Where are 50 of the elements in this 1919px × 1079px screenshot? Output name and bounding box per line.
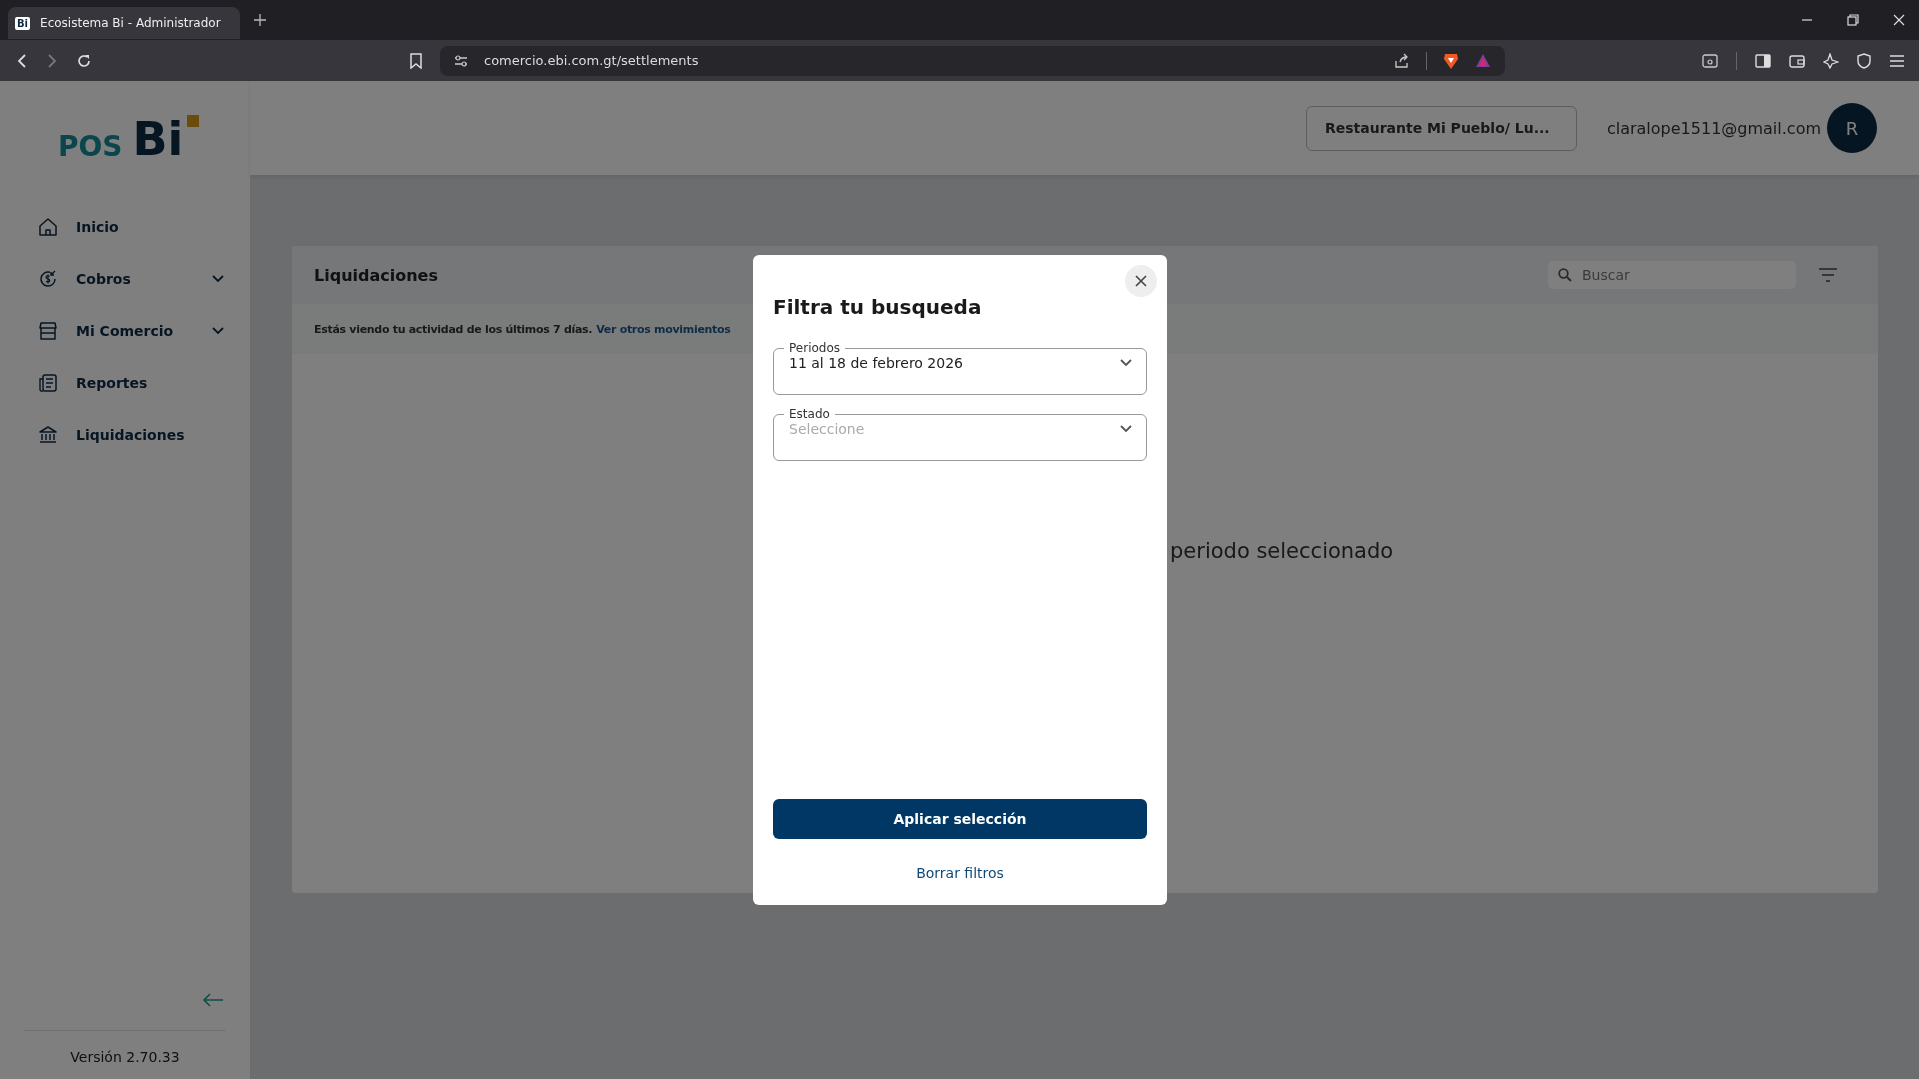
- close-button[interactable]: [1125, 265, 1157, 297]
- version-text: Versión 2.70.33: [24, 1030, 226, 1079]
- home-icon: [38, 217, 58, 237]
- close-icon: [1135, 275, 1147, 287]
- favicon: Bi: [15, 16, 31, 30]
- site-settings-icon[interactable]: [454, 53, 468, 68]
- bookmark-icon[interactable]: [410, 52, 422, 69]
- sidebar-item[interactable]: Mi Comercio: [38, 315, 224, 347]
- store-selector[interactable]: Restaurante Mi Pueblo/ Lu...: [1305, 105, 1577, 151]
- address-bar[interactable]: comercio.ebi.com.gt/settlements: [440, 45, 1505, 76]
- screenshot-icon[interactable]: [1702, 53, 1718, 68]
- empty-message: periodo seleccionado: [1170, 539, 1394, 563]
- shield-icon[interactable]: [1857, 52, 1871, 69]
- coin-icon: [38, 269, 58, 289]
- tab-title: Ecosistema Bi - Administrador: [40, 16, 221, 30]
- share-icon[interactable]: [1394, 52, 1410, 69]
- sparkle-icon[interactable]: [1823, 52, 1839, 69]
- select-field[interactable]: Periodos 11 al 18 de febrero 2026: [773, 341, 1147, 395]
- menu-icon[interactable]: [1889, 53, 1905, 68]
- sidebar-item[interactable]: Reportes: [38, 367, 224, 399]
- reload-icon[interactable]: [76, 52, 92, 69]
- search-field[interactable]: Buscar: [1548, 261, 1796, 289]
- forward-icon[interactable]: [46, 52, 58, 69]
- sidebar-item[interactable]: Cobros: [38, 263, 224, 295]
- browser-tab[interactable]: Bi Ecosistema Bi - Administrador: [8, 7, 240, 39]
- triangle-icon[interactable]: [1475, 53, 1491, 68]
- select-field[interactable]: Estado Seleccione: [773, 407, 1147, 461]
- restore-icon[interactable]: [1847, 14, 1859, 26]
- sidebar-item[interactable]: Liquidaciones: [38, 419, 224, 451]
- bank-icon: [38, 425, 58, 445]
- url-text: comercio.ebi.com.gt/settlements: [484, 53, 699, 68]
- sidebar-item[interactable]: Inicio: [38, 211, 224, 243]
- arrow-left-icon[interactable]: [202, 992, 224, 1008]
- close-icon[interactable]: [1893, 14, 1905, 26]
- user-email: claralope1511@gmail.com: [1606, 118, 1821, 138]
- filter-icon[interactable]: [1818, 268, 1838, 282]
- logo: POS Bi: [58, 115, 250, 163]
- apply-button[interactable]: Aplicar selección: [773, 799, 1147, 839]
- store-icon: [38, 321, 58, 341]
- clear-filters-link[interactable]: Borrar filtros: [908, 861, 1012, 885]
- new-tab-icon[interactable]: [254, 14, 266, 26]
- wallet-icon[interactable]: [1789, 53, 1805, 68]
- back-icon[interactable]: [16, 52, 28, 69]
- document-icon: [38, 373, 58, 393]
- avatar[interactable]: R: [1827, 103, 1877, 153]
- sidebar-icon[interactable]: [1755, 53, 1771, 68]
- chevron-down-icon: [1120, 359, 1132, 367]
- chevron-down-icon: [1120, 425, 1132, 433]
- other-movements-link[interactable]: Ver otros movimientos: [596, 322, 731, 336]
- page-title: Liquidaciones: [314, 265, 438, 285]
